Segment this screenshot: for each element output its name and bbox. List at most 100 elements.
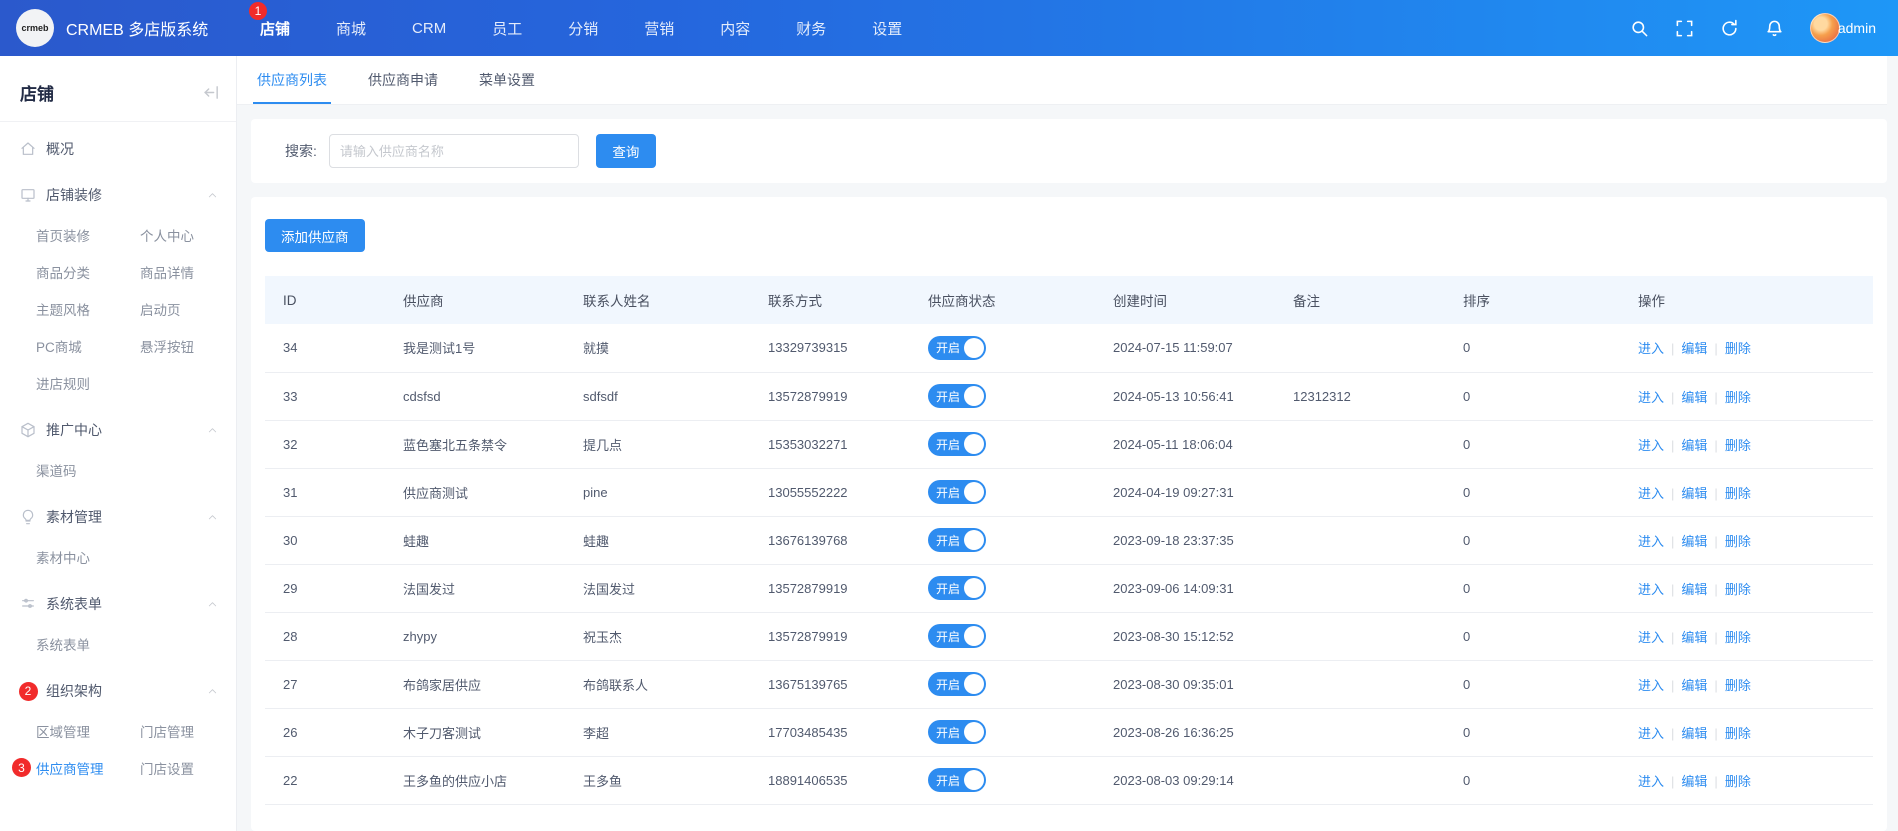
sidebar-item-推广中心[interactable]: 推广中心 <box>0 409 236 451</box>
search-input[interactable] <box>329 134 579 168</box>
action-删除[interactable]: 删除 <box>1725 534 1751 549</box>
status-toggle[interactable]: 开启 <box>928 384 986 408</box>
status-toggle[interactable]: 开启 <box>928 480 986 504</box>
nav-item-员工[interactable]: 员工 <box>469 0 545 56</box>
sidebar-subitem-门店管理[interactable]: 门店管理 <box>140 712 236 749</box>
sidebar-subitem-个人中心[interactable]: 个人中心 <box>140 216 236 253</box>
sidebar-subitem-渠道码[interactable]: 渠道码 <box>36 451 140 488</box>
group-icon-slot <box>20 141 36 157</box>
sidebar-subitem-门店设置[interactable]: 门店设置 <box>140 749 236 786</box>
action-进入[interactable]: 进入 <box>1638 774 1664 789</box>
action-编辑[interactable]: 编辑 <box>1681 341 1707 356</box>
action-编辑[interactable]: 编辑 <box>1681 630 1707 645</box>
sidebar-subitem-主题风格[interactable]: 主题风格 <box>36 290 140 327</box>
sidebar-subitem-进店规则[interactable]: 进店规则 <box>36 364 140 401</box>
action-进入[interactable]: 进入 <box>1638 630 1664 645</box>
search-icon[interactable] <box>1630 19 1649 38</box>
action-编辑[interactable]: 编辑 <box>1681 534 1707 549</box>
action-进入[interactable]: 进入 <box>1638 486 1664 501</box>
tab-菜单设置[interactable]: 菜单设置 <box>475 56 539 104</box>
action-进入[interactable]: 进入 <box>1638 534 1664 549</box>
status-toggle[interactable]: 开启 <box>928 336 986 360</box>
sidebar-subitem-PC商城[interactable]: PC商城 <box>36 327 140 364</box>
action-删除[interactable]: 删除 <box>1725 390 1751 405</box>
sidebar-subitem-首页装修[interactable]: 首页装修 <box>36 216 140 253</box>
toggle-knob <box>964 578 984 598</box>
status-toggle[interactable]: 开启 <box>928 672 986 696</box>
add-supplier-button[interactable]: 添加供应商 <box>265 219 365 252</box>
action-删除[interactable]: 删除 <box>1725 486 1751 501</box>
refresh-icon[interactable] <box>1720 19 1739 38</box>
status-toggle[interactable]: 开启 <box>928 432 986 456</box>
sidebar-item-系统表单[interactable]: 系统表单 <box>0 583 236 625</box>
nav-item-CRM[interactable]: CRM <box>389 0 469 56</box>
column-header-备注: 备注 <box>1275 276 1445 324</box>
sidebar-subitem-区域管理[interactable]: 区域管理 <box>36 712 140 749</box>
action-删除[interactable]: 删除 <box>1725 726 1751 741</box>
column-header-供应商状态: 供应商状态 <box>910 276 1095 324</box>
sidebar-subitem-悬浮按钮[interactable]: 悬浮按钮 <box>140 327 236 364</box>
status-toggle[interactable]: 开启 <box>928 528 986 552</box>
action-删除[interactable]: 删除 <box>1725 678 1751 693</box>
action-删除[interactable]: 删除 <box>1725 630 1751 645</box>
sidebar-subitem-系统表单[interactable]: 系统表单 <box>36 625 140 662</box>
action-separator: | <box>1671 774 1674 789</box>
action-编辑[interactable]: 编辑 <box>1681 774 1707 789</box>
sidebar-subitem-素材中心[interactable]: 素材中心 <box>36 538 140 575</box>
action-进入[interactable]: 进入 <box>1638 678 1664 693</box>
app-title: CRMEB 多店版系统 <box>66 16 208 40</box>
cell-supplier: 蛙趣 <box>385 516 565 564</box>
action-编辑[interactable]: 编辑 <box>1681 726 1707 741</box>
user-menu[interactable]: admin <box>1810 13 1876 43</box>
action-进入[interactable]: 进入 <box>1638 390 1664 405</box>
cell-actions: 进入|编辑|删除 <box>1620 516 1873 564</box>
action-删除[interactable]: 删除 <box>1725 774 1751 789</box>
cell-sort: 0 <box>1445 420 1620 468</box>
action-编辑[interactable]: 编辑 <box>1681 486 1707 501</box>
nav-item-营销[interactable]: 营销 <box>621 0 697 56</box>
action-删除[interactable]: 删除 <box>1725 582 1751 597</box>
sidebar-subgrid: 渠道码 <box>0 451 236 492</box>
cell-actions: 进入|编辑|删除 <box>1620 324 1873 372</box>
tab-供应商列表[interactable]: 供应商列表 <box>253 56 331 104</box>
sidebar-subitem-供应商管理[interactable]: 供应商管理3 <box>36 749 140 786</box>
sidebar-item-概况[interactable]: 概况 <box>0 128 236 170</box>
sidebar-subitem-商品分类[interactable]: 商品分类 <box>36 253 140 290</box>
status-toggle[interactable]: 开启 <box>928 576 986 600</box>
query-button[interactable]: 查询 <box>596 134 656 168</box>
action-编辑[interactable]: 编辑 <box>1681 678 1707 693</box>
action-编辑[interactable]: 编辑 <box>1681 582 1707 597</box>
status-toggle[interactable]: 开启 <box>928 768 986 792</box>
status-toggle[interactable]: 开启 <box>928 624 986 648</box>
chevron-up-icon <box>207 512 218 523</box>
collapse-left-icon[interactable] <box>203 84 220 101</box>
sidebar-subitem-商品详情[interactable]: 商品详情 <box>140 253 236 290</box>
action-进入[interactable]: 进入 <box>1638 726 1664 741</box>
avatar[interactable] <box>1810 13 1840 43</box>
action-删除[interactable]: 删除 <box>1725 341 1751 356</box>
action-进入[interactable]: 进入 <box>1638 582 1664 597</box>
nav-item-财务[interactable]: 财务 <box>773 0 849 56</box>
nav-item-分销[interactable]: 分销 <box>545 0 621 56</box>
sidebar-item-店铺装修[interactable]: 店铺装修 <box>0 174 236 216</box>
tab-供应商申请[interactable]: 供应商申请 <box>364 56 442 104</box>
status-toggle[interactable]: 开启 <box>928 720 986 744</box>
action-编辑[interactable]: 编辑 <box>1681 390 1707 405</box>
action-separator: | <box>1671 534 1674 549</box>
cell-phone: 13329739315 <box>750 324 910 372</box>
action-进入[interactable]: 进入 <box>1638 438 1664 453</box>
action-删除[interactable]: 删除 <box>1725 438 1751 453</box>
nav-item-店铺[interactable]: 店铺1 <box>237 0 313 56</box>
sidebar-subitem-启动页[interactable]: 启动页 <box>140 290 236 327</box>
fullscreen-icon[interactable] <box>1675 19 1694 38</box>
table-header-row: ID供应商联系人姓名联系方式供应商状态创建时间备注排序操作 <box>265 276 1873 324</box>
nav-item-商城[interactable]: 商城 <box>313 0 389 56</box>
sidebar-item-素材管理[interactable]: 素材管理 <box>0 496 236 538</box>
nav-item-设置[interactable]: 设置 <box>849 0 925 56</box>
action-进入[interactable]: 进入 <box>1638 341 1664 356</box>
nav-item-内容[interactable]: 内容 <box>697 0 773 56</box>
action-编辑[interactable]: 编辑 <box>1681 438 1707 453</box>
action-separator: | <box>1714 341 1717 356</box>
sidebar-item-组织架构[interactable]: 2组织架构 <box>0 670 236 712</box>
bell-icon[interactable] <box>1765 19 1784 38</box>
